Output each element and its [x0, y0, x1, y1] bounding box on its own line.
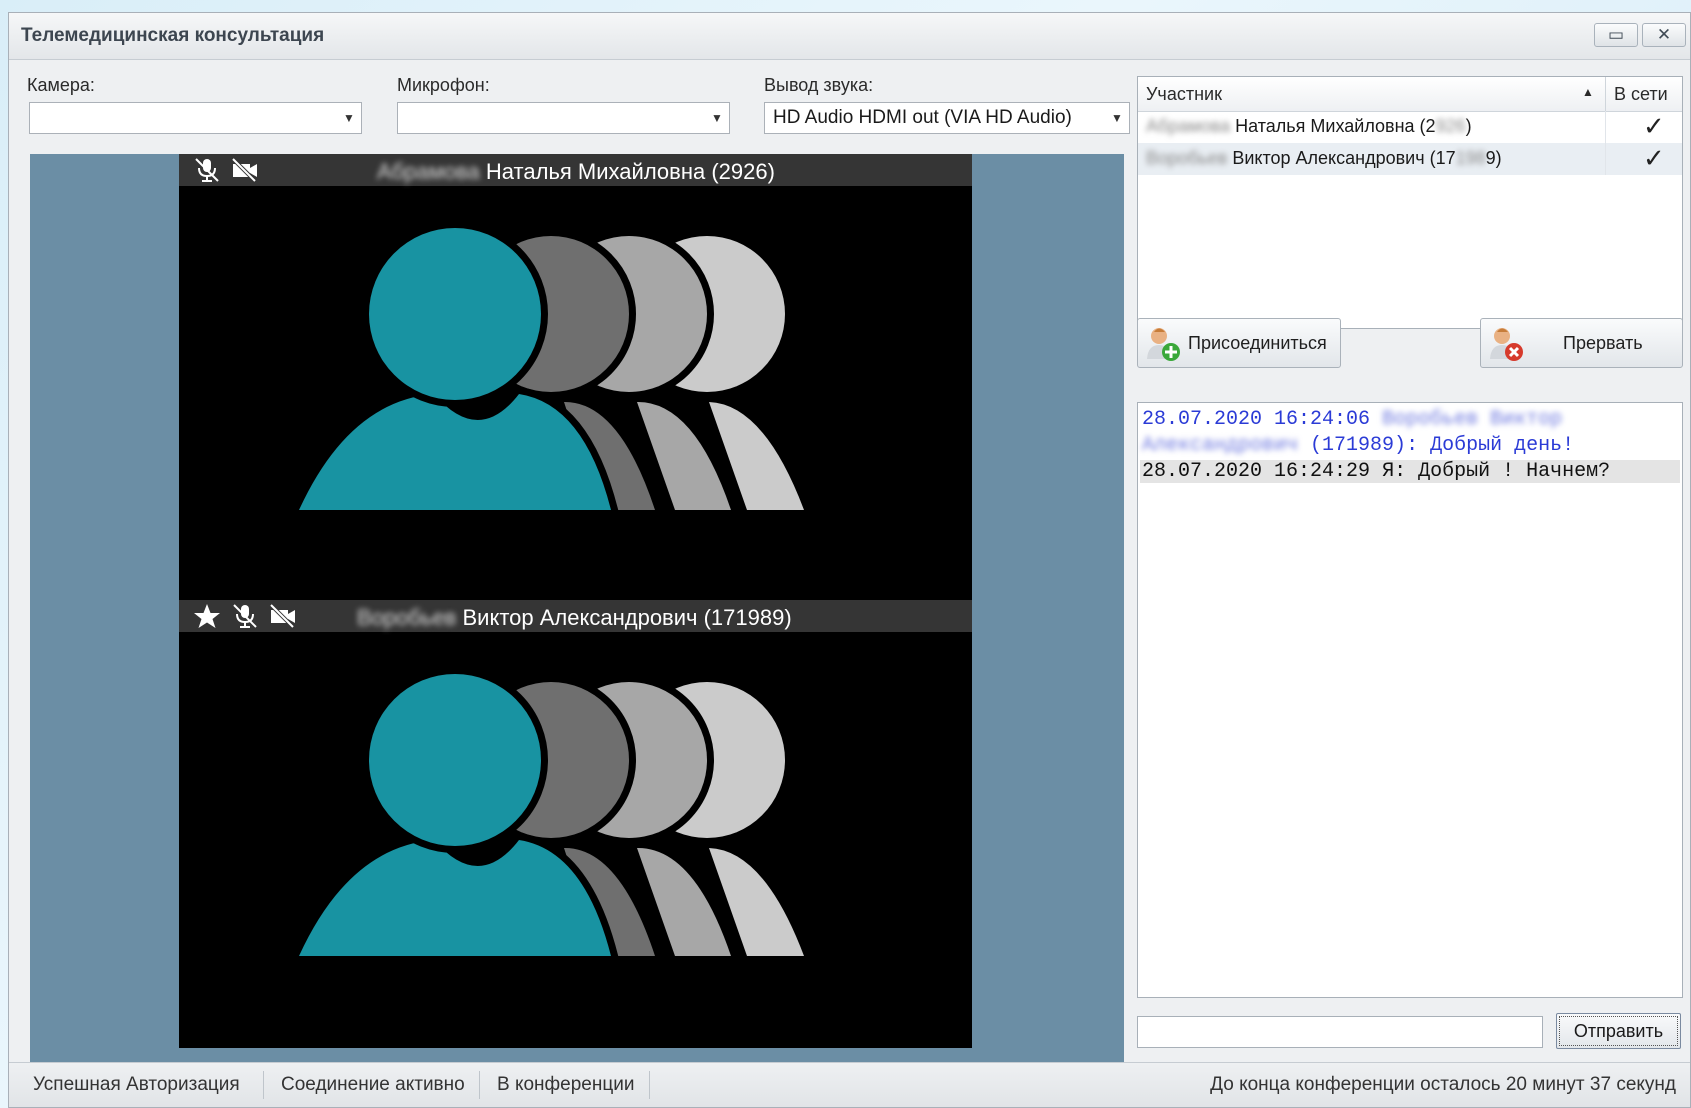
- microphone-select[interactable]: ▼: [397, 102, 730, 134]
- blurred-surname: Воробьев: [1146, 148, 1228, 168]
- join-label: Присоединиться: [1188, 333, 1327, 353]
- camera-label: Камера:: [27, 75, 95, 95]
- message-timestamp: 28.07.2020 16:24:29: [1142, 460, 1371, 483]
- mic-muted-icon: [195, 158, 219, 182]
- status-separator: [263, 1071, 264, 1099]
- tile-header: Абрамова Наталья Михайловна (2926): [179, 154, 972, 186]
- camera-off-icon: [231, 157, 257, 183]
- chevron-down-icon: ▼: [343, 111, 355, 125]
- message-text: Я: Добрый ! Начнем?: [1382, 460, 1611, 483]
- column-header-online[interactable]: В сети: [1614, 84, 1668, 105]
- participant-row[interactable]: Воробьев Виктор Александрович (171989) ✓: [1138, 143, 1682, 175]
- column-separator: [1605, 143, 1606, 175]
- blurred-surname: Абрамова: [377, 159, 480, 184]
- leave-button[interactable]: Прервать: [1480, 318, 1683, 368]
- participant-name: Наталья Михайловна (2926): [485, 159, 775, 184]
- audio-out-value: HD Audio HDMI out (VIA HD Audio): [773, 107, 1072, 128]
- status-bar: Успешная Авторизация Соединение активно …: [9, 1062, 1690, 1107]
- blurred-surname: Воробьев: [357, 605, 457, 630]
- user-remove-icon: [1490, 328, 1523, 361]
- status-connection: Соединение активно: [281, 1074, 465, 1095]
- chevron-down-icon: ▼: [711, 111, 723, 125]
- participant-id-end: ): [1465, 116, 1472, 136]
- chat-message-continuation: Александрович (171989): Добрый день!: [1142, 434, 1574, 457]
- blurred-surname: Абрамова: [1146, 116, 1231, 136]
- close-button[interactable]: ✕: [1642, 23, 1686, 47]
- participant-name: Виктор Александрович (17: [1232, 148, 1456, 168]
- join-button[interactable]: Присоединиться: [1137, 318, 1341, 368]
- participant-id-end: 9): [1485, 148, 1502, 168]
- column-separator: [1605, 111, 1606, 143]
- status-auth: Успешная Авторизация: [33, 1074, 240, 1095]
- microphone-label: Микрофон:: [397, 75, 490, 95]
- camera-off-icon: [269, 603, 295, 629]
- window-title: Телемедицинская консультация: [21, 25, 325, 46]
- participant-name: Виктор Александрович (171989): [462, 605, 792, 630]
- chat-log[interactable]: 28.07.2020 16:24:06 Воробьев Виктор Алек…: [1137, 402, 1683, 998]
- online-check-icon: ✓: [1643, 143, 1665, 173]
- camera-select[interactable]: ▼: [29, 102, 362, 134]
- video-tile[interactable]: Абрамова Наталья Михайловна (2926): [179, 154, 972, 602]
- participants-header: Участник ▲ В сети: [1138, 77, 1682, 112]
- audio-out-select[interactable]: HD Audio HDMI out (VIA HD Audio) ▼: [764, 102, 1130, 134]
- audio-out-label: Вывод звука:: [764, 75, 874, 95]
- tile-participant-name: Воробьев Виктор Александрович (171989): [357, 605, 792, 631]
- avatar-placeholder-icon: [288, 667, 804, 963]
- star-icon: [194, 604, 220, 628]
- status-separator: [649, 1071, 650, 1099]
- status-conference: В конференции: [497, 1074, 635, 1095]
- online-check-icon: ✓: [1643, 111, 1665, 141]
- participant-name: Наталья Михайловна (2: [1235, 116, 1436, 136]
- title-bar: Телемедицинская консультация ▭ ✕: [9, 13, 1690, 60]
- chat-message: 28.07.2020 16:24:29 Я: Добрый ! Начнем?: [1140, 460, 1680, 483]
- participant-row[interactable]: Абрамова Наталья Михайловна (2926) ✓: [1138, 111, 1682, 143]
- participant-name-cell: Абрамова Наталья Михайловна (2926): [1146, 116, 1472, 137]
- chat-message: 28.07.2020 16:24:06 Воробьев Виктор: [1142, 408, 1562, 431]
- restore-button[interactable]: ▭: [1594, 23, 1638, 47]
- blurred-id: 198: [1455, 148, 1486, 168]
- column-header-participant[interactable]: Участник: [1146, 84, 1222, 105]
- leave-label: Прервать: [1563, 333, 1643, 353]
- message-input[interactable]: [1137, 1016, 1543, 1048]
- blurred-id: 926: [1435, 116, 1466, 136]
- chevron-down-icon: ▼: [1111, 111, 1123, 125]
- status-separator: [479, 1071, 480, 1099]
- avatar-placeholder-icon: [288, 221, 804, 517]
- send-button[interactable]: Отправить: [1556, 1013, 1681, 1049]
- mic-muted-icon: [233, 604, 257, 628]
- status-time-remaining: До конца конференции осталось 20 минут 3…: [1210, 1074, 1676, 1095]
- participants-list: Участник ▲ В сети Абрамова Наталья Михай…: [1137, 76, 1683, 329]
- sort-ascending-icon: ▲: [1582, 85, 1594, 99]
- message-timestamp: 28.07.2020 16:24:06: [1142, 408, 1371, 431]
- user-add-icon: [1147, 328, 1180, 361]
- column-separator: [1605, 77, 1606, 111]
- blurred-author: Александрович: [1142, 434, 1299, 457]
- video-area: Абрамова Наталья Михайловна (2926) Вороб…: [30, 154, 1124, 1062]
- participant-name-cell: Воробьев Виктор Александрович (171989): [1146, 148, 1502, 169]
- tile-header: Воробьев Виктор Александрович (171989): [179, 600, 972, 632]
- blurred-author: Воробьев Виктор: [1382, 408, 1563, 431]
- message-text: (171989): Добрый день!: [1310, 434, 1575, 457]
- telemedicine-window: Телемедицинская консультация ▭ ✕ Камера:…: [8, 12, 1691, 1108]
- video-tile[interactable]: Воробьев Виктор Александрович (171989): [179, 600, 972, 1048]
- tile-participant-name: Абрамова Наталья Михайловна (2926): [377, 159, 775, 185]
